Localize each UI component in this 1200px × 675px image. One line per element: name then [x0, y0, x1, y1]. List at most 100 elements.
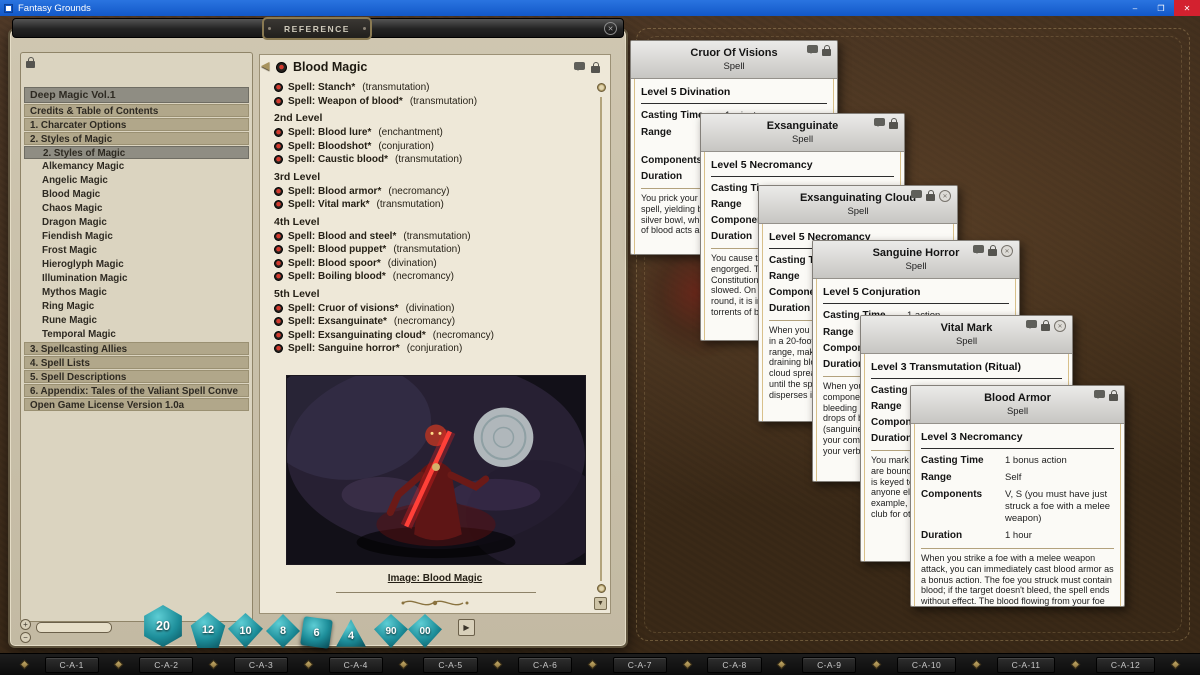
tab[interactable]: C-A-9 — [802, 657, 856, 673]
minimize-button[interactable]: – — [1122, 0, 1148, 16]
window-header[interactable]: Exsanguinate Spell — [701, 114, 904, 152]
nav-item[interactable]: Temporal Magic — [24, 328, 249, 341]
tab[interactable]: C-A-6 — [518, 657, 572, 673]
window-close-button[interactable]: ✕ — [939, 190, 951, 202]
window-subtitle: Spell — [861, 336, 1072, 347]
die[interactable]: 12 — [190, 612, 226, 648]
nav-item[interactable]: Dragon Magic — [24, 216, 249, 229]
spell-list-item[interactable]: Spell: Vital mark* (transmutation) — [270, 198, 596, 212]
tab[interactable]: C-A-8 — [707, 657, 761, 673]
nav-item[interactable]: Deep Magic Vol.1 — [24, 87, 249, 103]
lock-icon[interactable] — [26, 61, 35, 68]
close-button[interactable]: ✕ — [1174, 0, 1200, 16]
die[interactable]: 20 — [142, 605, 184, 647]
nav-item[interactable]: Ring Magic — [24, 300, 249, 313]
die[interactable]: 8 — [266, 614, 300, 648]
spell-list-item[interactable]: Spell: Exsanguinate* (necromancy) — [270, 315, 596, 329]
scrollbar[interactable] — [600, 97, 602, 581]
spell-list-item[interactable]: Spell: Exsanguinating cloud* (necromancy… — [270, 329, 596, 343]
die[interactable]: 90 — [374, 614, 408, 648]
spell-list-item[interactable]: Spell: Blood and steel* (transmutation) — [270, 230, 596, 244]
window-header[interactable]: Vital Mark Spell ✕ — [861, 316, 1072, 354]
nav-item[interactable]: Hieroglyph Magic — [24, 258, 249, 271]
window-header[interactable]: Blood Armor Spell — [911, 386, 1124, 424]
collapse-left-icon[interactable]: ◀ — [261, 59, 269, 72]
lock-icon[interactable] — [926, 194, 935, 201]
nav-item[interactable]: 5. Spell Descriptions — [24, 370, 249, 383]
spell-list-item[interactable]: Spell: Blood armor* (necromancy) — [270, 185, 596, 199]
lock-icon[interactable] — [988, 249, 997, 256]
window-header[interactable]: Sanguine Horror Spell ✕ — [813, 241, 1019, 279]
window-close-button[interactable]: ✕ — [1054, 320, 1066, 332]
spell-list-item[interactable]: Spell: Stanch* (transmutation) — [270, 81, 596, 95]
spell-list-item[interactable]: Spell: Bloodshot* (conjuration) — [270, 140, 596, 154]
scroll-down-button[interactable]: ▼ — [594, 597, 607, 610]
tab[interactable]: C-A-11 — [997, 657, 1056, 673]
tab-label: C-A-6 — [533, 660, 557, 670]
nav-item[interactable]: 1. Charcater Options — [24, 118, 249, 131]
maximize-button[interactable]: ❐ — [1148, 0, 1174, 16]
nav-item[interactable]: 2. Styles of Magic — [24, 132, 249, 145]
spell-list-item[interactable]: Spell: Blood puppet* (transmutation) — [270, 243, 596, 257]
reference-close-button[interactable]: ✕ — [604, 22, 617, 35]
tab[interactable]: C-A-5 — [423, 657, 477, 673]
window-close-button[interactable]: ✕ — [1001, 245, 1013, 257]
lock-icon[interactable] — [1041, 324, 1050, 331]
nav-item[interactable]: Chaos Magic — [24, 202, 249, 215]
tab[interactable]: C-A-12 — [1096, 657, 1155, 673]
die[interactable]: 4 — [336, 618, 366, 648]
nav-item[interactable]: 3. Spellcasting Allies — [24, 342, 249, 355]
image-caption-link[interactable]: Image: Blood Magic — [260, 573, 610, 584]
nav-item[interactable]: Mythos Magic — [24, 286, 249, 299]
spell-list-item[interactable]: Spell: Boiling blood* (necromancy) — [270, 270, 596, 284]
spell-school: (necromancy) — [394, 316, 455, 327]
tab[interactable]: C-A-7 — [613, 657, 667, 673]
reference-title-plaque[interactable]: Reference — [262, 17, 372, 40]
nav-item[interactable]: Frost Magic — [24, 244, 249, 257]
lock-icon[interactable] — [1109, 394, 1118, 401]
spell-list-item[interactable]: Spell: Weapon of blood* (transmutation) — [270, 95, 596, 109]
die[interactable]: 6 — [302, 618, 331, 647]
tab[interactable]: C-A-1 — [45, 657, 99, 673]
chat-icon[interactable] — [911, 190, 922, 198]
reference-titlebar[interactable]: Reference ✕ — [12, 18, 624, 38]
tab[interactable]: C-A-4 — [329, 657, 383, 673]
chat-icon[interactable] — [574, 62, 585, 70]
die[interactable]: 10 — [228, 613, 263, 648]
chat-icon[interactable] — [1094, 390, 1105, 398]
chat-icon[interactable] — [807, 45, 818, 53]
window-header[interactable]: Cruor Of Visions Spell — [631, 41, 837, 79]
chat-icon[interactable] — [1026, 320, 1037, 328]
spell-list-item[interactable]: Spell: Cruor of visions* (divination) — [270, 302, 596, 316]
lock-icon[interactable] — [889, 122, 898, 129]
zoom-out-button[interactable]: − — [20, 632, 31, 643]
nav-item[interactable]: Credits & Table of Contents — [24, 104, 249, 117]
lock-icon[interactable] — [822, 49, 831, 56]
spell-list-item[interactable]: Spell: Blood lure* (enchantment) — [270, 126, 596, 140]
nav-item[interactable]: 4. Spell Lists — [24, 356, 249, 369]
nav-item[interactable]: Angelic Magic — [24, 174, 249, 187]
nav-item[interactable]: 6. Appendix: Tales of the Valiant Spell … — [24, 384, 249, 397]
tab[interactable]: C-A-2 — [139, 657, 193, 673]
chat-slider[interactable] — [36, 622, 112, 633]
spell-list-item[interactable]: Spell: Caustic blood* (transmutation) — [270, 153, 596, 167]
window-header[interactable]: Exsanguinating Cloud Spell ✕ — [759, 186, 957, 224]
nav-item[interactable]: Rune Magic — [24, 314, 249, 327]
lock-icon[interactable] — [591, 66, 600, 73]
tab[interactable]: C-A-10 — [897, 657, 956, 673]
tab[interactable]: C-A-3 — [234, 657, 288, 673]
chat-icon[interactable] — [973, 245, 984, 253]
nav-item[interactable]: Illumination Magic — [24, 272, 249, 285]
spell-list-item[interactable]: Spell: Sanguine horror* (conjuration) — [270, 342, 596, 356]
artwork-image[interactable] — [286, 375, 586, 565]
die[interactable]: 00 — [408, 614, 442, 648]
nav-item[interactable]: Alkemancy Magic — [24, 160, 249, 173]
pointer-mode-button[interactable]: ▶ — [458, 619, 475, 636]
nav-item[interactable]: Blood Magic — [24, 188, 249, 201]
nav-item[interactable]: Open Game License Version 1.0a — [24, 398, 249, 411]
spell-list-item[interactable]: Spell: Blood spoor* (divination) — [270, 257, 596, 271]
nav-item[interactable]: Fiendish Magic — [24, 230, 249, 243]
chat-icon[interactable] — [874, 118, 885, 126]
zoom-in-button[interactable]: + — [20, 619, 31, 630]
nav-item[interactable]: 2. Styles of Magic — [24, 146, 249, 159]
